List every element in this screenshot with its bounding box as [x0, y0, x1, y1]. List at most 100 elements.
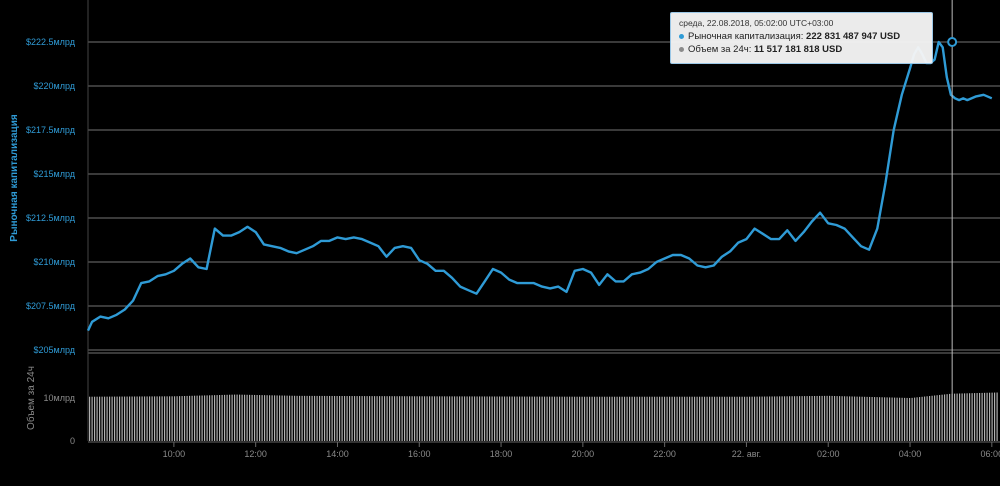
- volume-bar: [459, 396, 461, 441]
- volume-bar: [734, 396, 736, 441]
- volume-bar: [826, 395, 828, 441]
- volume-bar: [444, 396, 446, 441]
- volume-bar: [946, 394, 948, 441]
- volume-bar: [244, 394, 246, 441]
- volume-bar: [799, 396, 801, 441]
- volume-bar: [486, 396, 488, 441]
- volume-bar: [854, 396, 856, 441]
- hover-tooltip: среда, 22.08.2018, 05:02:00 UTC+03:00 Ры…: [670, 12, 933, 64]
- volume-bar: [556, 396, 558, 441]
- volume-bar: [776, 396, 778, 441]
- volume-bar: [429, 396, 431, 441]
- x-tick-label: 14:00: [326, 449, 349, 459]
- volume-bar: [924, 396, 926, 441]
- volume-bar: [456, 396, 458, 441]
- volume-bar: [104, 396, 106, 441]
- volume-bar: [661, 396, 663, 441]
- volume-bar: [936, 395, 938, 441]
- volume-bar: [446, 396, 448, 441]
- tooltip-vol-row: Объем за 24ч: 11 517 181 818 USD: [679, 43, 924, 56]
- volume-bar: [276, 395, 278, 441]
- volume-bar: [624, 396, 626, 441]
- volume-bar: [326, 395, 328, 441]
- volume-bar: [544, 396, 546, 441]
- volume-bar: [229, 394, 231, 441]
- volume-bar: [341, 396, 343, 441]
- volume-bar: [564, 396, 566, 441]
- volume-bar: [89, 396, 91, 441]
- volume-bar: [316, 395, 318, 441]
- volume-bar: [626, 396, 628, 441]
- x-tick-label: 18:00: [490, 449, 513, 459]
- volume-bar: [389, 396, 391, 441]
- volume-bar: [319, 395, 321, 441]
- volume-bar: [431, 396, 433, 441]
- volume-bar: [346, 396, 348, 441]
- x-tick-label: 02:00: [817, 449, 840, 459]
- volume-bar: [284, 395, 286, 441]
- volume-bar: [916, 397, 918, 441]
- volume-bar: [679, 396, 681, 441]
- volume-bar: [964, 393, 966, 441]
- volume-bar: [329, 395, 331, 441]
- volume-bar: [186, 395, 188, 441]
- volume-bar: [261, 395, 263, 441]
- volume-bar: [196, 395, 198, 441]
- volume-bar: [304, 395, 306, 441]
- market-cap-line: [86, 40, 993, 332]
- volume-bar: [601, 396, 603, 441]
- volume-bar: [866, 396, 868, 441]
- volume-bar: [856, 396, 858, 441]
- volume-bar: [189, 395, 191, 441]
- volume-bar: [611, 396, 613, 441]
- volume-bar: [654, 396, 656, 441]
- volume-bar: [619, 396, 621, 441]
- volume-bar: [169, 396, 171, 441]
- volume-bar: [714, 396, 716, 441]
- volume-bar: [301, 395, 303, 441]
- volume-bar: [811, 396, 813, 441]
- volume-bar: [751, 396, 753, 441]
- volume-tick-label: 0: [70, 436, 75, 446]
- volume-bar: [476, 396, 478, 441]
- volume-bar: [861, 396, 863, 441]
- volume-bar: [211, 395, 213, 441]
- x-tick-label: 22. авг.: [732, 449, 761, 459]
- volume-bar: [241, 394, 243, 441]
- volume-tick-label: 10млрд: [44, 393, 76, 403]
- volume-bar: [934, 395, 936, 441]
- volume-bar: [246, 394, 248, 441]
- volume-bar: [694, 396, 696, 441]
- volume-bar: [234, 394, 236, 441]
- volume-bar: [191, 395, 193, 441]
- volume-bar: [914, 397, 916, 441]
- volume-bar: [824, 395, 826, 441]
- volume-bar: [514, 396, 516, 441]
- volume-bar: [414, 396, 416, 441]
- volume-bar: [101, 396, 103, 441]
- volume-bar: [749, 396, 751, 441]
- tooltip-vol-value: 11 517 181 818 USD: [753, 44, 843, 55]
- volume-bar: [139, 396, 141, 441]
- volume-bar: [356, 396, 358, 441]
- volume-bar: [779, 396, 781, 441]
- volume-bar: [719, 396, 721, 441]
- grid-lines: [87, 0, 1000, 441]
- y-tick-label: $222.5млрд: [26, 37, 76, 47]
- volume-bar: [209, 395, 211, 441]
- volume-bar: [231, 394, 233, 441]
- volume-bar: [496, 396, 498, 441]
- volume-bar: [526, 396, 528, 441]
- volume-bar: [791, 396, 793, 441]
- volume-bar: [784, 396, 786, 441]
- volume-bar: [161, 396, 163, 441]
- volume-bar: [901, 397, 903, 441]
- tooltip-date: среда, 22.08.2018, 05:02:00 UTC+03:00: [679, 18, 834, 28]
- volume-bar: [669, 396, 671, 441]
- volume-bar: [406, 396, 408, 441]
- volume-bar: [466, 396, 468, 441]
- volume-bar: [609, 396, 611, 441]
- volume-bar: [741, 396, 743, 441]
- volume-bar: [586, 396, 588, 441]
- volume-bar: [581, 396, 583, 441]
